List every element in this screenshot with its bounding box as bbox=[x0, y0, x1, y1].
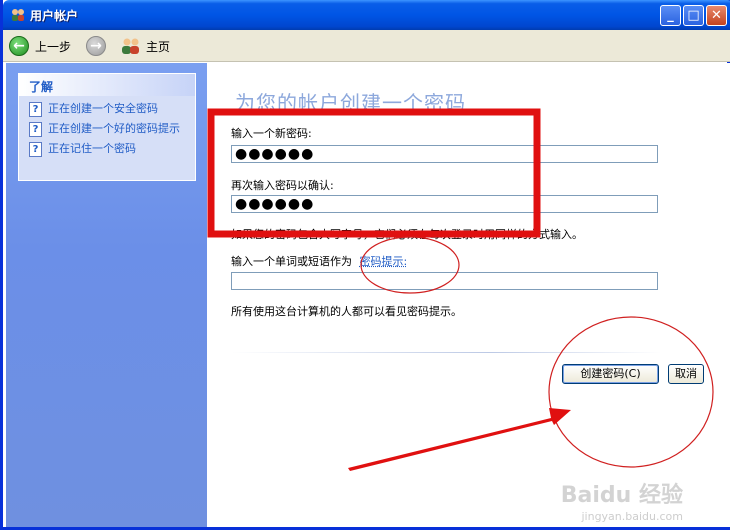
minimize-button[interactable]: _ bbox=[660, 5, 681, 26]
help-question-icon: ? bbox=[29, 142, 42, 157]
maximize-button[interactable]: □ bbox=[683, 5, 704, 26]
maximize-icon: □ bbox=[687, 8, 700, 23]
confirm-password-label: 再次输入密码以确认: bbox=[231, 179, 334, 192]
help-question-icon: ? bbox=[29, 102, 42, 117]
close-button[interactable]: ✕ bbox=[706, 5, 727, 26]
help-item-remember-password[interactable]: ? 正在记住一个密码 bbox=[29, 142, 189, 157]
home-button[interactable]: 主页 bbox=[120, 34, 170, 58]
forward-arrow-icon: → bbox=[86, 36, 106, 56]
create-password-button[interactable]: 创建密码(C) bbox=[562, 364, 659, 384]
help-item-label: 正在记住一个密码 bbox=[48, 142, 136, 155]
help-item-password-hint[interactable]: ? 正在创建一个好的密码提示 bbox=[29, 122, 189, 137]
window-title: 用户帐户 bbox=[30, 9, 79, 23]
case-sensitivity-note: 如果您的密码包含大写字母，它们必须在每次登录时用同样的方式输入。 bbox=[231, 228, 583, 241]
toolbar: ← 上一步 → 主页 bbox=[3, 30, 730, 62]
password-hint-field[interactable] bbox=[231, 272, 658, 290]
cancel-button[interactable]: 取消 bbox=[668, 364, 704, 384]
confirm-password-value: ●●●●●● bbox=[235, 196, 315, 212]
back-button[interactable]: ← 上一步 bbox=[9, 34, 71, 58]
back-label: 上一步 bbox=[35, 39, 72, 54]
user-accounts-window: 用户帐户 _ □ ✕ ← 上一步 → 主页 了解 ? 正在创建一个安全密码 ? … bbox=[0, 0, 730, 530]
user-accounts-icon bbox=[12, 9, 24, 21]
hint-visibility-note: 所有使用这台计算机的人都可以看见密码提示。 bbox=[231, 305, 462, 318]
divider bbox=[231, 352, 661, 353]
confirm-password-field[interactable]: ●●●●●● bbox=[231, 195, 658, 213]
title-bar[interactable]: 用户帐户 _ □ ✕ bbox=[3, 0, 730, 30]
password-hint-link[interactable]: 密码提示: bbox=[360, 255, 408, 268]
close-icon: ✕ bbox=[711, 8, 722, 23]
main-content: 为您的帐户创建一个密码 输入一个新密码: ●●●●●● 再次输入密码以确认: ●… bbox=[207, 63, 730, 527]
forward-button[interactable]: → bbox=[86, 34, 106, 58]
help-question-icon: ? bbox=[29, 122, 42, 137]
baidu-watermark: Baidu 经验 bbox=[560, 483, 683, 508]
hint-label: 输入一个单词或短语作为 密码提示: bbox=[231, 253, 407, 269]
back-arrow-icon: ← bbox=[9, 36, 29, 56]
help-item-label: 正在创建一个好的密码提示 bbox=[48, 122, 180, 135]
learn-about-header: 了解 bbox=[19, 74, 195, 96]
help-topics: ? 正在创建一个安全密码 ? 正在创建一个好的密码提示 ? 正在记住一个密码 bbox=[19, 96, 195, 166]
sidebar: 了解 ? 正在创建一个安全密码 ? 正在创建一个好的密码提示 ? 正在记住一个密… bbox=[6, 63, 207, 527]
baidu-watermark-url: jingyan.baidu.com bbox=[581, 510, 683, 523]
home-label: 主页 bbox=[146, 39, 171, 54]
help-item-label: 正在创建一个安全密码 bbox=[48, 102, 158, 115]
page-title: 为您的帐户创建一个密码 bbox=[235, 91, 466, 115]
minimize-icon: _ bbox=[667, 8, 674, 23]
new-password-value: ●●●●●● bbox=[235, 146, 315, 162]
new-password-field[interactable]: ●●●●●● bbox=[231, 145, 658, 163]
hint-label-prefix: 输入一个单词或短语作为 bbox=[231, 255, 352, 268]
new-password-label: 输入一个新密码: bbox=[231, 127, 312, 140]
learn-about-panel: 了解 ? 正在创建一个安全密码 ? 正在创建一个好的密码提示 ? 正在记住一个密… bbox=[18, 73, 196, 181]
home-users-icon bbox=[122, 38, 139, 54]
help-item-secure-password[interactable]: ? 正在创建一个安全密码 bbox=[29, 102, 189, 117]
